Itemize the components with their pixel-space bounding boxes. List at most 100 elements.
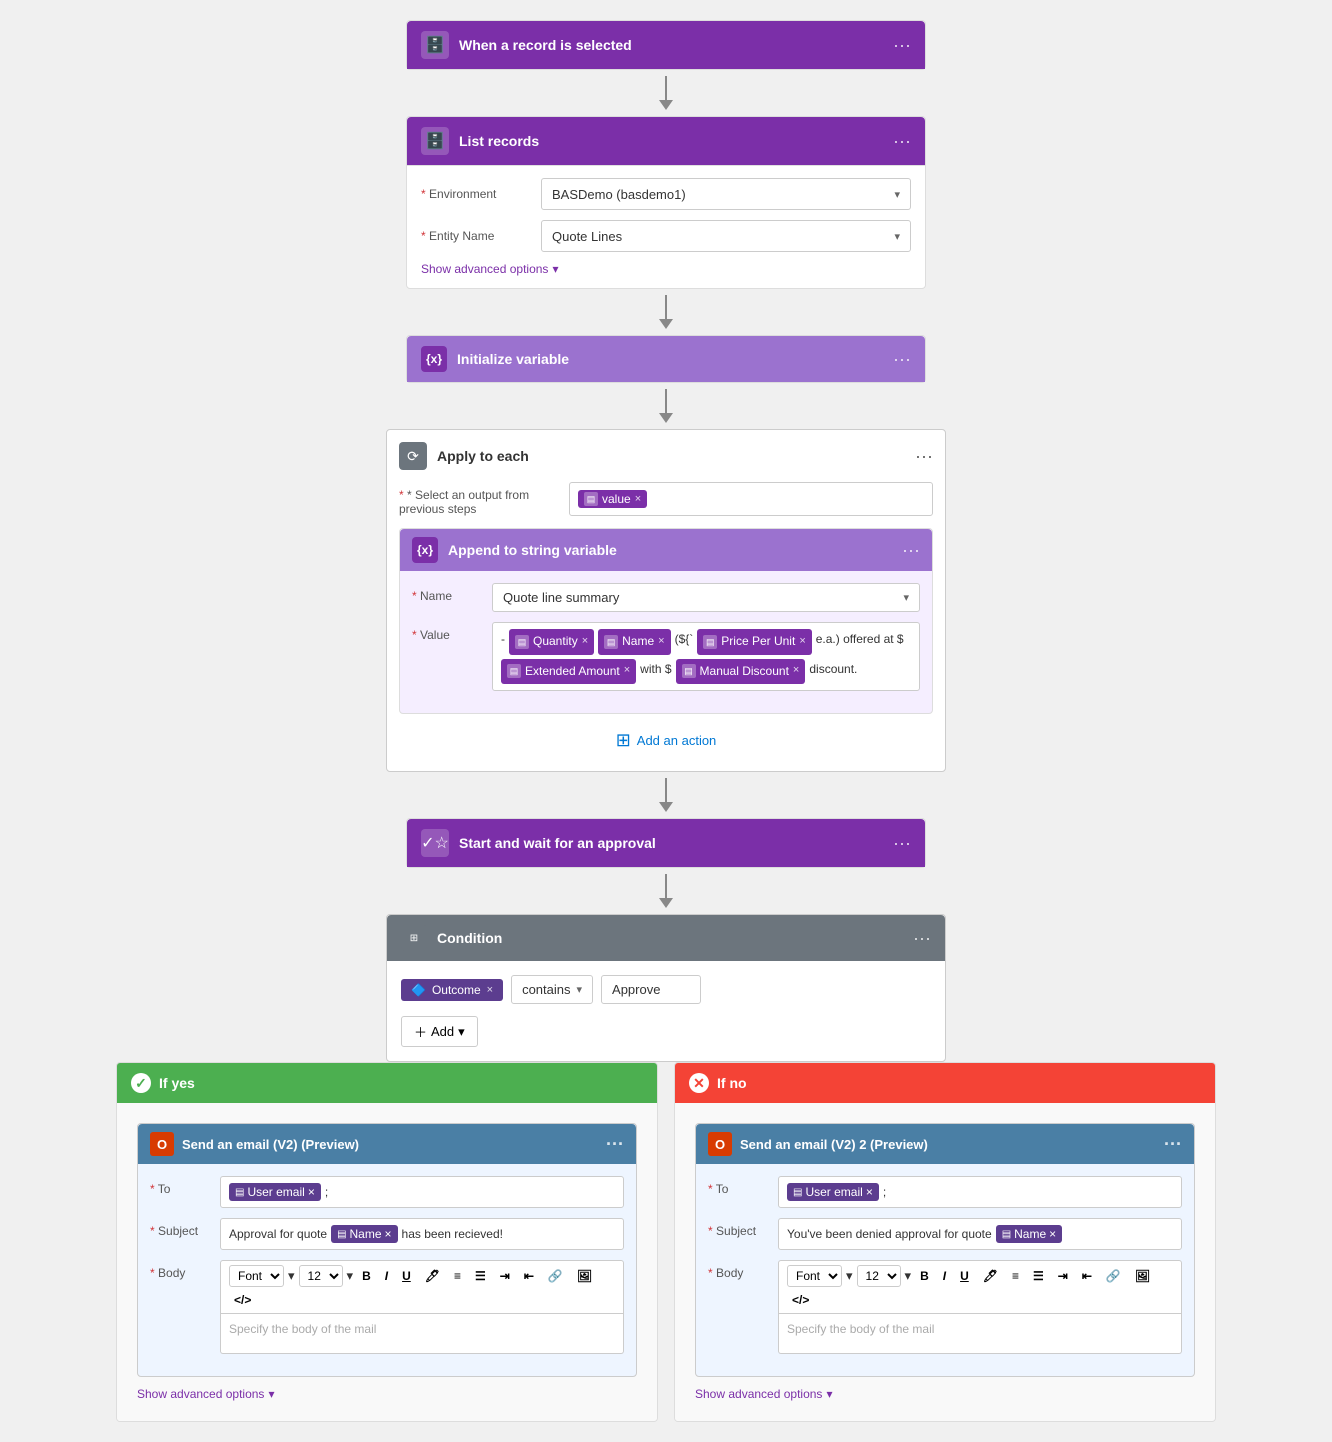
show-advanced-yes[interactable]: Show advanced options ▾ xyxy=(137,1387,637,1401)
no-indent-btn[interactable]: ⇥ xyxy=(1053,1267,1073,1285)
append-value-input[interactable]: - ▤ Quantity × ▤ Name × (${` xyxy=(492,622,920,691)
condition-type-dropdown[interactable]: contains ▾ xyxy=(511,975,593,1004)
yes-size-sep: ▾ xyxy=(347,1268,354,1284)
manual-discount-token-close[interactable]: × xyxy=(793,661,799,681)
no-ol-btn[interactable]: ☰ xyxy=(1028,1267,1049,1285)
no-link-btn[interactable]: 🔗 xyxy=(1101,1267,1126,1285)
yes-ul-btn[interactable]: ≡ xyxy=(449,1267,466,1285)
yes-subject-label: Subject xyxy=(150,1218,220,1238)
entity-dropdown[interactable]: Quote Lines ▾ xyxy=(541,220,911,252)
yes-to-input[interactable]: ▤ User email × ; xyxy=(220,1176,624,1208)
no-code-btn[interactable]: </> xyxy=(787,1291,814,1309)
show-advanced-no[interactable]: Show advanced options ▾ xyxy=(695,1387,1195,1401)
yes-subject-row: Subject Approval for quote ▤ Name × has … xyxy=(150,1218,624,1250)
select-output-label: * Select an output from previous steps xyxy=(399,482,569,516)
step-approval-menu[interactable]: ··· xyxy=(893,833,911,854)
yes-italic-btn[interactable]: I xyxy=(380,1267,393,1285)
no-body-input[interactable]: Specify the body of the mail xyxy=(778,1314,1182,1354)
step-init-var-menu[interactable]: ··· xyxy=(893,349,911,370)
arrow-1 xyxy=(659,76,673,110)
yes-subject-token: ▤ Name × xyxy=(331,1225,397,1243)
yes-underline-btn[interactable]: U xyxy=(397,1267,416,1285)
branch-yes: ✓ If yes O Send an email (V2) (Preview) … xyxy=(116,1062,658,1422)
no-ul-btn[interactable]: ≡ xyxy=(1007,1267,1024,1285)
token-db-icon: ▤ xyxy=(584,492,598,506)
branch-yes-body: O Send an email (V2) (Preview) ··· To ▤ … xyxy=(117,1103,657,1421)
no-img-btn[interactable]: 🖼 xyxy=(1130,1267,1155,1285)
name-token-close[interactable]: × xyxy=(658,632,664,652)
apply-each-menu[interactable]: ··· xyxy=(915,446,933,467)
yes-subject-input[interactable]: Approval for quote ▤ Name × has been rec… xyxy=(220,1218,624,1250)
step-when-record: 🗄️ When a record is selected ··· xyxy=(406,20,926,70)
step-list-records-body: Environment BASDemo (basdemo1) ▾ Entity … xyxy=(407,165,925,288)
branch-no-header: ✕ If no xyxy=(675,1063,1215,1103)
step-list-records-title: List records xyxy=(459,133,893,149)
yes-bold-btn[interactable]: B xyxy=(357,1267,376,1285)
value-token: ▤ value × xyxy=(578,490,647,508)
price-token-close[interactable]: × xyxy=(799,632,805,652)
yes-ol-btn[interactable]: ☰ xyxy=(470,1267,491,1285)
yes-img-btn[interactable]: 🖼 xyxy=(572,1267,597,1285)
step-list-records: 🗄️ List records ··· Environment BASDemo … xyxy=(406,116,926,289)
no-italic-btn[interactable]: I xyxy=(938,1267,951,1285)
entity-label: Entity Name xyxy=(421,229,541,243)
step-list-records-menu[interactable]: ··· xyxy=(893,131,911,152)
arrow-4 xyxy=(659,778,673,812)
token-close-btn[interactable]: × xyxy=(635,493,641,505)
step-approval-title: Start and wait for an approval xyxy=(459,835,893,851)
no-font-select[interactable]: Font xyxy=(787,1265,842,1287)
yes-to-label: To xyxy=(150,1176,220,1196)
no-subject-label: Subject xyxy=(708,1218,778,1238)
email-no-menu[interactable]: ··· xyxy=(1164,1134,1182,1155)
nested-append-header: {x} Append to string variable ··· xyxy=(400,529,932,571)
ext-amount-token-close[interactable]: × xyxy=(624,661,630,681)
price-token: ▤ Price Per Unit × xyxy=(697,629,811,655)
step-when-record-menu[interactable]: ··· xyxy=(893,35,911,56)
environment-row: Environment BASDemo (basdemo1) ▾ xyxy=(421,178,911,210)
no-subject-token-close[interactable]: × xyxy=(1049,1227,1056,1241)
condition-value-input[interactable]: Approve xyxy=(601,975,701,1004)
approval-icon: ✓☆ xyxy=(421,829,449,857)
no-to-token-close[interactable]: × xyxy=(866,1185,873,1199)
list-records-icon: 🗄️ xyxy=(421,127,449,155)
nested-append-menu[interactable]: ··· xyxy=(902,540,920,561)
yes-link-btn[interactable]: 🔗 xyxy=(543,1267,568,1285)
append-name-dropdown[interactable]: Quote line summary ▾ xyxy=(492,583,920,612)
database-icon: 🗄️ xyxy=(421,31,449,59)
yes-body-input[interactable]: Specify the body of the mail xyxy=(220,1314,624,1354)
yes-indent-btn[interactable]: ⇥ xyxy=(495,1267,515,1285)
no-size-select[interactable]: 12 xyxy=(857,1265,901,1287)
yes-font-select[interactable]: Font xyxy=(229,1265,284,1287)
qty-token-close[interactable]: × xyxy=(582,632,588,652)
append-name-label: Name xyxy=(412,583,492,603)
no-outdent-btn[interactable]: ⇤ xyxy=(1077,1267,1097,1285)
no-underline-btn[interactable]: U xyxy=(955,1267,974,1285)
select-output-input[interactable]: ▤ value × xyxy=(569,482,933,516)
no-body-row: Body Font ▾ 12 ▾ xyxy=(708,1260,1182,1354)
add-condition-btn[interactable]: ＋ Add ▾ xyxy=(401,1016,931,1047)
yes-to-token-close[interactable]: × xyxy=(308,1185,315,1199)
step-init-var-title: Initialize variable xyxy=(457,351,893,367)
contains-chevron: ▾ xyxy=(577,983,583,996)
select-output-row: * Select an output from previous steps ▤… xyxy=(399,482,933,516)
no-highlight-btn[interactable]: 🖊 xyxy=(978,1267,1003,1285)
email-yes-menu[interactable]: ··· xyxy=(606,1134,624,1155)
add-action-btn[interactable]: ⊞ Add an action xyxy=(399,722,933,759)
no-bold-btn[interactable]: B xyxy=(915,1267,934,1285)
yes-outdent-btn[interactable]: ⇤ xyxy=(519,1267,539,1285)
environment-dropdown[interactable]: BASDemo (basdemo1) ▾ xyxy=(541,178,911,210)
yes-code-btn[interactable]: </> xyxy=(229,1291,256,1309)
no-subject-input[interactable]: You've been denied approval for quote ▤ … xyxy=(778,1218,1182,1250)
yes-subject-token-close[interactable]: × xyxy=(385,1227,392,1241)
step-condition-menu[interactable]: ··· xyxy=(913,928,931,949)
no-to-input[interactable]: ▤ User email × ; xyxy=(778,1176,1182,1208)
arrow-3 xyxy=(659,389,673,423)
yes-size-select[interactable]: 12 xyxy=(299,1265,343,1287)
yes-highlight-btn[interactable]: 🖊 xyxy=(420,1267,445,1285)
show-advanced-list[interactable]: Show advanced options ▾ xyxy=(421,262,911,276)
ext-amount-token: ▤ Extended Amount × xyxy=(501,659,636,685)
apply-each-icon: ⟳ xyxy=(399,442,427,470)
add-button[interactable]: ＋ Add ▾ xyxy=(401,1016,478,1047)
yes-body-label: Body xyxy=(150,1260,220,1280)
outcome-token-close[interactable]: × xyxy=(487,984,493,996)
